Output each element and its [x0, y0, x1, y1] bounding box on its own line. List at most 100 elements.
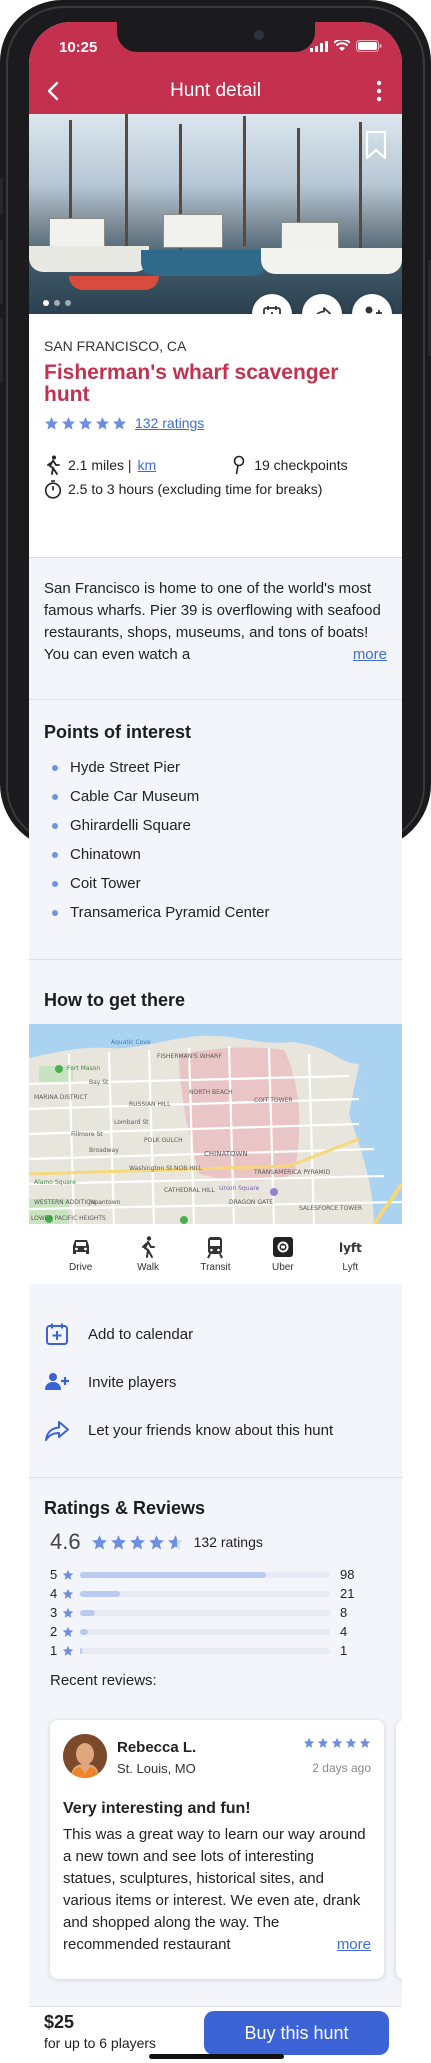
map-label: SALESFORCE TOWER: [299, 1205, 362, 1212]
carousel-dots[interactable]: [43, 300, 71, 306]
star-icon: [62, 1588, 74, 1599]
price: $25: [44, 2012, 75, 2032]
poi-item: Coit Tower: [44, 869, 387, 898]
hero-image[interactable]: [29, 114, 402, 314]
poi-item: Ghirardelli Square: [44, 811, 387, 840]
action-label: Let your friends know about this hunt: [88, 1421, 334, 1439]
hunt-title-line1: Fisherman's wharf scavenger: [44, 361, 339, 384]
share-hunt-row[interactable]: Let your friends know about this hunt: [44, 1406, 387, 1454]
description-more-link[interactable]: more: [312, 644, 387, 666]
star-icon: [345, 1737, 357, 1748]
map-label: Bay St: [89, 1079, 109, 1086]
rating-bar-track: [80, 1590, 330, 1597]
buy-hunt-button[interactable]: Buy this hunt: [204, 2011, 389, 2055]
next-review-card[interactable]: [396, 1720, 402, 1979]
transport-lyft[interactable]: lyft Lyft: [325, 1224, 375, 1284]
rating-bar-count: 8: [340, 1605, 348, 1620]
map-label: Japantown: [88, 1199, 121, 1206]
rating-bar-fill: [80, 1571, 266, 1578]
ratings-reviews-section: Ratings & Reviews 4.6 132 ratings 5 98 4 …: [29, 1478, 402, 1998]
transport-options: Drive Walk Transit Uber lyft Lyft: [29, 1224, 402, 1284]
star-icon: [112, 416, 127, 430]
review-card[interactable]: Rebecca L. St. Louis, MO 2 days ago Very…: [50, 1720, 384, 1979]
description-section: San Francisco is home to one of the worl…: [29, 558, 402, 698]
review-more-link[interactable]: more: [296, 1934, 371, 1956]
duration-row: 2.5 to 3 hours (excluding time for break…: [44, 477, 387, 501]
map-label: COIT TOWER: [254, 1097, 293, 1104]
invite-players-row[interactable]: Invite players: [44, 1358, 387, 1406]
star-icon: [62, 1607, 74, 1618]
map-label: Union Square: [219, 1185, 260, 1192]
star-icon: [62, 1626, 74, 1637]
how-to-get-there-title: How to get there: [44, 990, 186, 1010]
map-label: Lombard St: [114, 1119, 149, 1126]
rating-count: 132 ratings: [193, 1534, 263, 1550]
map-label: Alamo Square: [34, 1179, 76, 1186]
map-label: Fort Mason: [67, 1065, 100, 1072]
notch: [117, 22, 315, 52]
hunt-actions-section: Add to calendar Invite players Let your …: [29, 1294, 402, 1474]
lyft-icon: lyft: [339, 1241, 362, 1255]
rating-bar-track: [80, 1571, 330, 1578]
map-label: Broadway: [89, 1147, 119, 1154]
distance-value: 2.1 miles |: [68, 457, 132, 473]
timer-icon: [44, 480, 62, 499]
map-canvas: Aquatic Cove Fort Mason FISHERMAN'S WHAR…: [29, 1024, 402, 1224]
hunt-stats: 2.1 miles | km 19 checkpoints 2.5 to 3 h…: [44, 453, 387, 501]
transport-label: Walk: [137, 1262, 159, 1273]
star-icon: [129, 1534, 145, 1549]
rating-breakdown: 5 98 4 21 3 82 41 1: [44, 1565, 387, 1660]
rating-bar-fill: [80, 1628, 88, 1635]
transport-drive[interactable]: Drive: [56, 1224, 106, 1284]
points-of-interest-section: Points of interest Hyde Street Pier Cabl…: [29, 700, 402, 958]
star-icon: [148, 1534, 164, 1549]
calendar-plus-icon: [46, 1323, 68, 1345]
points-of-interest-title: Points of interest: [44, 722, 192, 742]
star-icon: [61, 416, 76, 430]
rating-bar-stars: 4: [50, 1586, 58, 1601]
rating-bar-row: 4 21: [50, 1584, 387, 1603]
star-icon: [62, 1645, 74, 1656]
hunt-info: SAN FRANCISCO, CA Fisherman's wharf scav…: [29, 314, 402, 557]
walk-icon: [142, 1236, 156, 1258]
action-label: Invite players: [88, 1373, 177, 1391]
add-to-calendar-row[interactable]: Add to calendar: [44, 1310, 387, 1358]
star-icon: [95, 416, 110, 430]
map-label: LOWER PACIFIC HEIGHTS: [31, 1215, 106, 1222]
map-label: Fillmore St: [71, 1131, 103, 1138]
map-label: TRANSAMERICA PYRAMID: [253, 1169, 330, 1176]
transport-label: Lyft: [342, 1262, 359, 1273]
distance-unit-toggle[interactable]: km: [138, 457, 157, 473]
hunt-rating: 132 ratings: [44, 415, 387, 431]
more-vertical-icon[interactable]: [368, 80, 390, 102]
overall-rating: 4.6 132 ratings: [44, 1529, 387, 1555]
rating-bar-stars: 3: [50, 1605, 58, 1620]
transport-transit[interactable]: Transit: [190, 1224, 240, 1284]
transport-walk[interactable]: Walk: [123, 1224, 173, 1284]
svg-text:lyft: lyft: [339, 1241, 362, 1255]
distance-row: 2.1 miles | km 19 checkpoints: [44, 453, 387, 477]
checkpoints-count: 19 checkpoints: [254, 457, 348, 473]
app-header: 10:25 Hunt detail: [29, 22, 402, 114]
poi-item: Hyde Street Pier: [44, 753, 387, 782]
star-icon: [167, 1534, 183, 1549]
ratings-link[interactable]: 132 ratings: [135, 415, 204, 431]
rating-bar-row: 5 98: [50, 1565, 387, 1584]
star-icon: [44, 416, 59, 430]
star-icon: [91, 1534, 107, 1549]
star-icon: [62, 1569, 74, 1580]
wifi-icon: [334, 40, 350, 51]
map-label: NOB HILL: [174, 1165, 203, 1172]
home-indicator[interactable]: [149, 2054, 284, 2059]
bookmark-icon[interactable]: [364, 130, 388, 160]
rating-bar-track: [80, 1609, 330, 1616]
price-note: for up to 6 players: [44, 2035, 157, 2051]
share-icon: [45, 1421, 69, 1441]
poi-item: Transamerica Pyramid Center: [44, 898, 387, 927]
duration-value: 2.5 to 3 hours (excluding time for break…: [68, 481, 323, 497]
signal-icon: [310, 40, 328, 52]
route-map[interactable]: Aquatic Cove Fort Mason FISHERMAN'S WHAR…: [29, 1024, 402, 1224]
transport-uber[interactable]: Uber: [258, 1224, 308, 1284]
ratings-reviews-title: Ratings & Reviews: [44, 1498, 206, 1518]
volume-down-button: [0, 318, 3, 382]
